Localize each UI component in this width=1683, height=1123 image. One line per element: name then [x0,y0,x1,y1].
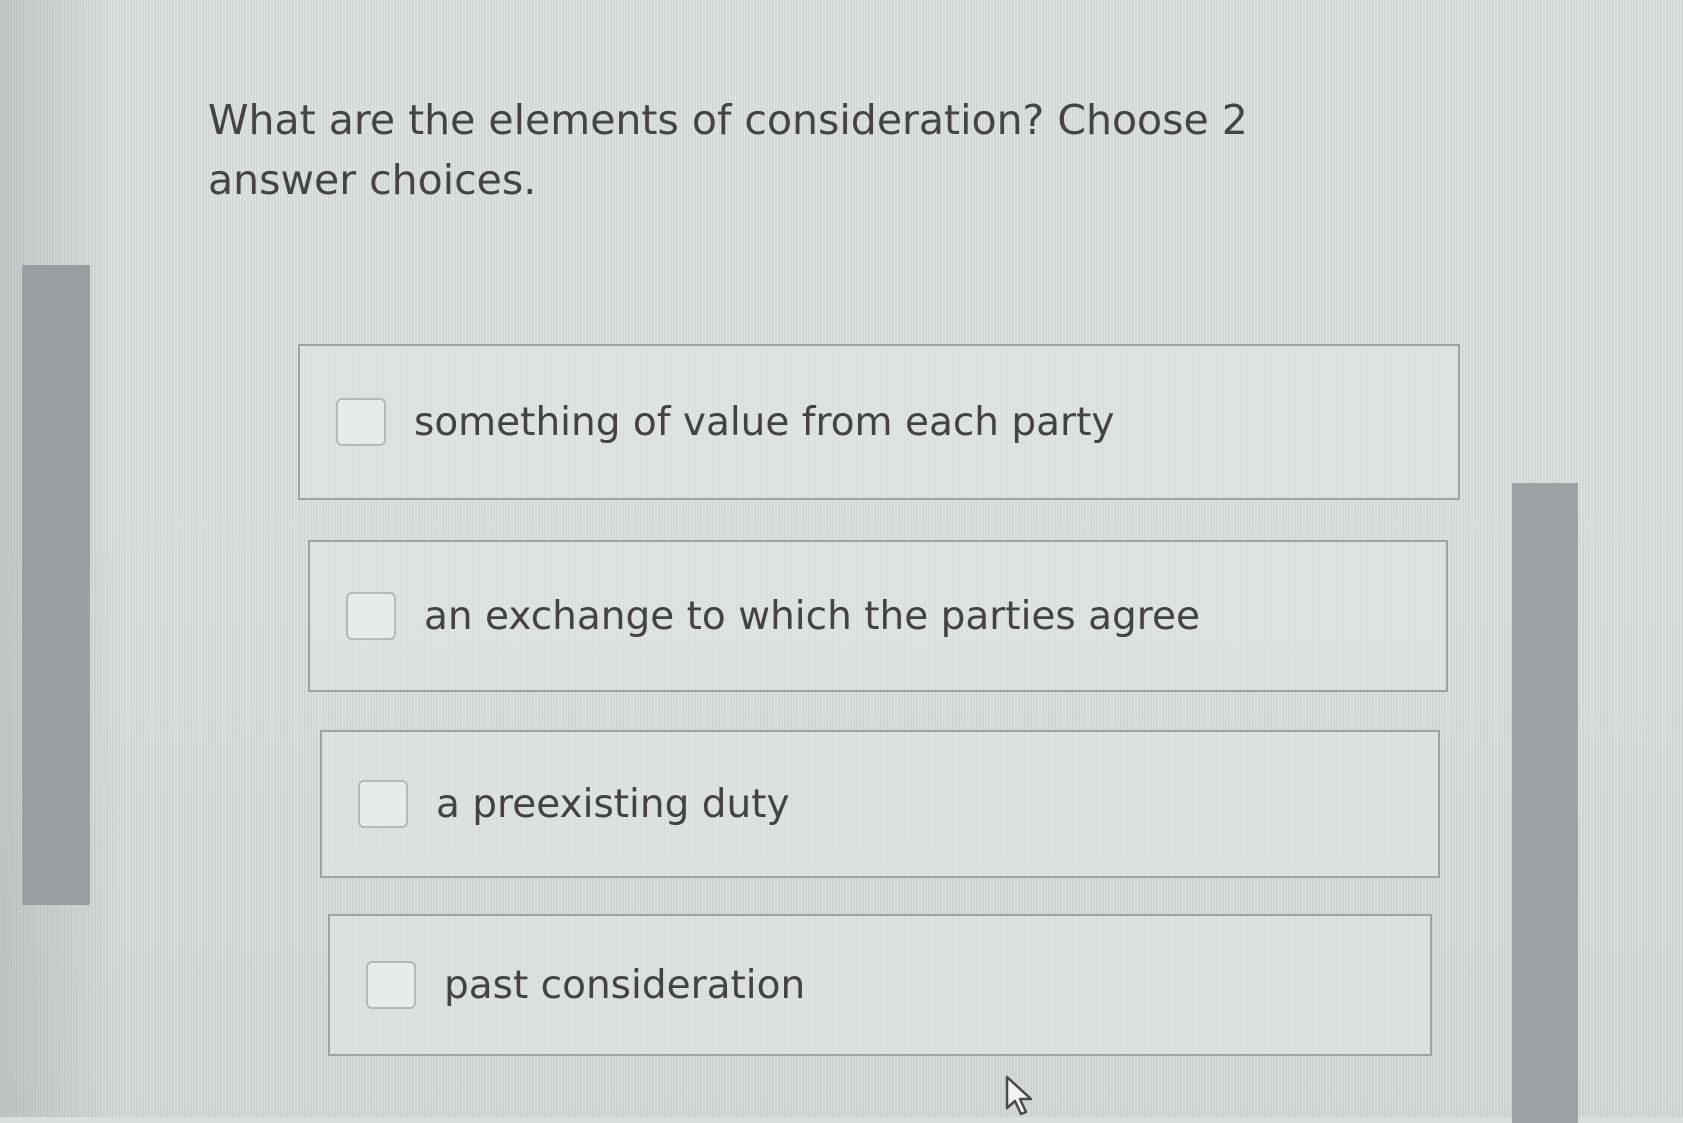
option-label: a preexisting duty [436,781,790,827]
option-label: past consideration [444,962,806,1008]
checkbox[interactable] [346,592,396,640]
answer-choices: something of value from each party an ex… [0,0,1683,1117]
answer-option-3[interactable]: a preexisting duty [320,730,1440,878]
answer-option-1[interactable]: something of value from each party [298,344,1460,500]
checkbox[interactable] [336,398,386,446]
answer-option-4[interactable]: past consideration [328,914,1432,1056]
checkbox[interactable] [366,961,416,1009]
option-label: an exchange to which the parties agree [424,593,1200,639]
answer-option-2[interactable]: an exchange to which the parties agree [308,540,1448,692]
option-label: something of value from each party [414,399,1115,445]
checkbox[interactable] [358,780,408,828]
mouse-pointer-icon [1005,1075,1033,1116]
